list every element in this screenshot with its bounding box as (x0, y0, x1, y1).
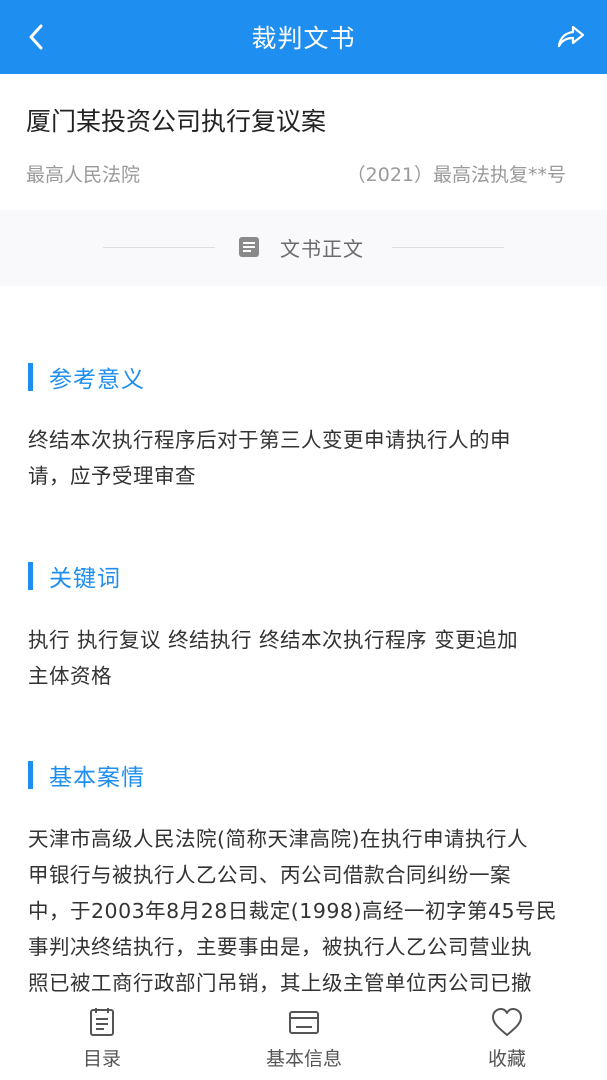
info-card-icon (289, 1011, 319, 1034)
case-number: （2021）最高法执复**号 (346, 164, 566, 186)
share-icon (557, 25, 585, 48)
text-line: 中，于2003年8月28日裁定(1998)高经一初字第45号民 (28, 899, 558, 923)
case-meta: 最高人民法院 （2021）最高法执复**号 (26, 160, 566, 187)
nav-label: 收藏 (487, 1048, 526, 1070)
document-icon (239, 237, 259, 257)
text-line: 主体资格 (28, 664, 112, 688)
section-heading-reference: 参考意义 (28, 362, 145, 393)
bottom-nav: 目录 基本信息 收藏 (0, 1000, 607, 1080)
app-bar: 裁判文书 (0, 0, 607, 74)
nav-basic-info[interactable]: 基本信息 (234, 1006, 374, 1071)
nav-favorite[interactable]: 收藏 (437, 1006, 577, 1071)
text-line: 甲银行与被执行人乙公司、丙公司借款合同纠纷一案 (28, 863, 511, 887)
chevron-left-icon (29, 24, 43, 50)
catalog-icon (90, 1008, 114, 1036)
section-heading-keywords: 关键词 (28, 561, 121, 592)
text-line: 终结本次执行程序后对于第三人变更申请执行人的申 (28, 428, 511, 452)
text-line: 照已被工商行政部门吊销，其上级主管单位丙公司已撤 (28, 971, 532, 995)
back-button[interactable] (18, 19, 54, 55)
court-name: 最高人民法院 (26, 164, 141, 186)
text-line: 天津市高级人民法院(简称天津高院)在执行申请执行人 (28, 827, 528, 851)
section-title: 关键词 (49, 566, 121, 592)
section-body-reference: 终结本次执行程序后对于第三人变更申请执行人的申 请，应予受理审查 (28, 422, 584, 494)
text-line: 执行 执行复议 终结执行 终结本次执行程序 变更追加 (28, 628, 519, 652)
page-title: 裁判文书 (251, 24, 356, 53)
divider-line-right (392, 247, 504, 248)
case-title: 厦门某投资公司执行复议案 (26, 107, 327, 136)
divider-label-group: 文书正文 (238, 232, 364, 262)
section-body-basic-facts: 天津市高级人民法院(简称天津高院)在执行申请执行人 甲银行与被执行人乙公司、丙公… (28, 821, 584, 1001)
section-body-keywords: 执行 执行复议 终结执行 终结本次执行程序 变更追加 主体资格 (28, 622, 584, 694)
section-heading-basic-facts: 基本案情 (28, 760, 145, 791)
text-line: 事判决终结执行，主要事由是，被执行人乙公司营业执 (28, 935, 532, 959)
nav-label: 基本信息 (265, 1048, 342, 1070)
divider-label: 文书正文 (280, 236, 364, 261)
heart-icon (492, 1008, 522, 1036)
section-accent-bar (28, 562, 33, 590)
section-title: 参考意义 (49, 367, 145, 393)
document-body-divider: 文书正文 (0, 210, 607, 286)
text-line: 请，应予受理审查 (28, 464, 196, 488)
section-accent-bar (28, 761, 33, 789)
nav-label: 目录 (82, 1048, 121, 1070)
divider-line-left (103, 247, 215, 248)
section-accent-bar (28, 363, 33, 391)
share-button[interactable] (553, 19, 589, 55)
section-title: 基本案情 (49, 765, 145, 791)
nav-catalog[interactable]: 目录 (32, 1006, 172, 1071)
